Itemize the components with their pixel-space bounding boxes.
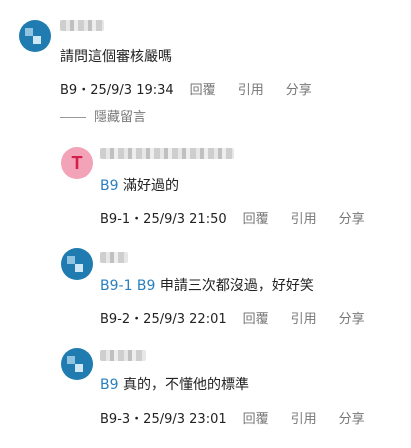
comment-text: 請問這個審核嚴嗎 <box>60 49 172 65</box>
avatar[interactable]: T <box>61 147 93 179</box>
reply-text: B9 滿好過的 <box>100 176 179 196</box>
avatar[interactable] <box>61 348 93 380</box>
reply-meta: B9-3・25/9/3 23:01 回覆 引用 分享 <box>100 412 365 427</box>
share-button[interactable]: 分享 <box>339 212 365 227</box>
reply-button[interactable]: 回覆 <box>190 83 216 98</box>
share-button[interactable]: 分享 <box>286 83 312 98</box>
timestamp: 25/9/3 22:01 <box>143 312 227 327</box>
reply-button[interactable]: 回覆 <box>243 312 269 327</box>
share-button[interactable]: 分享 <box>339 312 365 327</box>
reply-text: B9-1 B9 申請三次都沒過，好好笑 <box>100 276 314 296</box>
username-blurred[interactable] <box>100 148 234 159</box>
hide-replies-button[interactable]: 隱藏留言 <box>94 109 146 127</box>
comment-meta: B9・25/9/3 19:34 回覆 引用 分享 <box>60 83 312 98</box>
username-blurred[interactable] <box>60 20 104 31</box>
mention-link[interactable]: B9 <box>100 178 119 194</box>
floor-number: B9-1 <box>100 212 131 227</box>
floor-number: B9-2 <box>100 312 131 327</box>
quote-button[interactable]: 引用 <box>291 312 317 327</box>
mention-link[interactable]: B9-1 B9 <box>100 278 155 294</box>
reply-body: 申請三次都沒過，好好笑 <box>159 278 314 294</box>
reply-body: 真的，不懂他的標準 <box>122 377 249 393</box>
reply-meta: B9-2・25/9/3 22:01 回覆 引用 分享 <box>100 312 365 327</box>
timestamp: 25/9/3 23:01 <box>143 412 227 427</box>
avatar[interactable] <box>61 248 93 280</box>
avatar-letter: T <box>71 153 83 173</box>
avatar[interactable] <box>19 20 51 52</box>
timestamp: 25/9/3 21:50 <box>143 212 227 227</box>
quote-button[interactable]: 引用 <box>291 212 317 227</box>
floor-number: B9 <box>60 83 78 98</box>
reply-body: 滿好過的 <box>122 178 179 194</box>
share-button[interactable]: 分享 <box>339 412 365 427</box>
reply-button[interactable]: 回覆 <box>243 412 269 427</box>
quote-button[interactable]: 引用 <box>238 83 264 98</box>
divider <box>60 117 86 118</box>
floor-number: B9-3 <box>100 412 131 427</box>
username-blurred[interactable] <box>100 252 128 263</box>
reply-text: B9 真的，不懂他的標準 <box>100 375 249 395</box>
timestamp: 25/9/3 19:34 <box>90 83 174 98</box>
reply-button[interactable]: 回覆 <box>243 212 269 227</box>
mention-link[interactable]: B9 <box>100 377 119 393</box>
username-blurred[interactable] <box>100 350 146 361</box>
quote-button[interactable]: 引用 <box>291 412 317 427</box>
reply-meta: B9-1・25/9/3 21:50 回覆 引用 分享 <box>100 212 365 227</box>
